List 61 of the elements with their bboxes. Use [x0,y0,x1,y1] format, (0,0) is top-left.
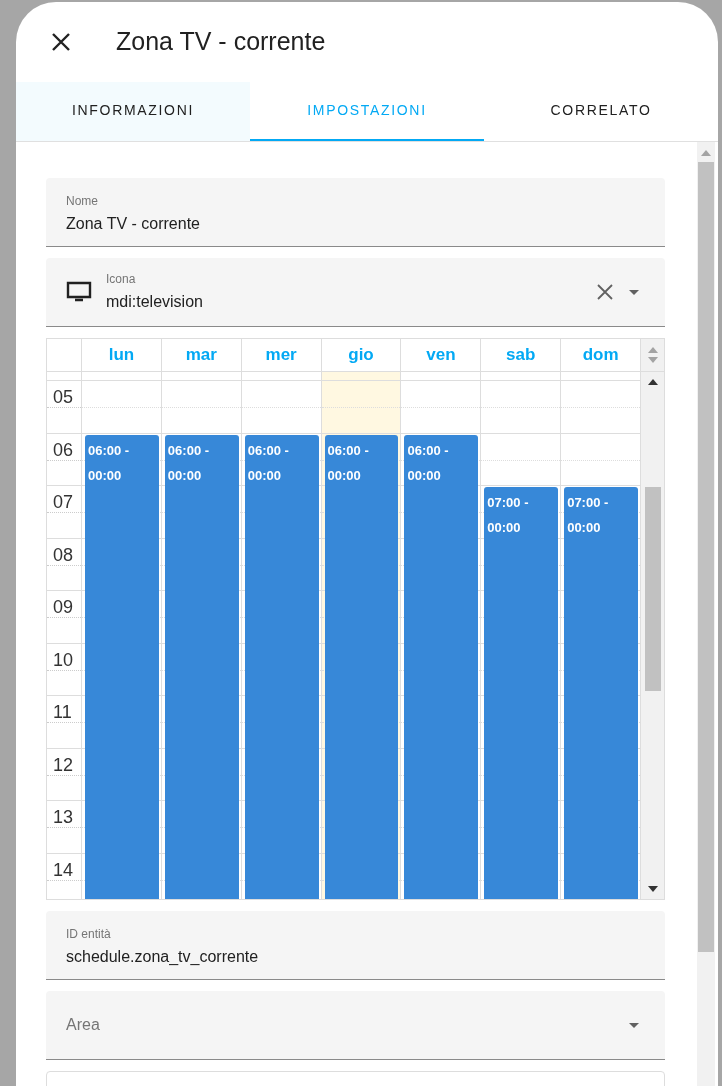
event-start: 06:00 - [88,441,131,460]
hour-label: 13 [53,806,74,829]
scroll-down-icon[interactable] [647,886,658,892]
dropdown-caret-icon[interactable] [629,289,639,295]
field-value: schedule.zona_tv_corrente [66,947,260,967]
hour-label: 08 [53,543,74,567]
field-label: ID entità [66,927,112,941]
tab[interactable]: INFORMAZIONI [16,82,250,141]
schedule-event[interactable]: 06:00 - 00:00 [324,434,399,899]
hour-label: 07 [53,491,74,514]
schedule-event[interactable]: 07:00 - 00:00 [484,487,559,899]
field-value: mdi:television [106,292,204,312]
event-start: 07:00 - [487,494,530,512]
event-start: 06:00 - [407,441,450,460]
field-label: Nome [66,194,99,208]
hour-label: 06 [53,438,74,462]
hour-label: 09 [53,596,74,619]
event-end: 00:00 [247,466,282,485]
event-start: 06:00 - [327,441,370,460]
scroll-up-icon[interactable] [647,379,658,385]
event-end: 00:00 [327,466,362,485]
event-end: 00:00 [167,466,203,485]
schedule-event[interactable]: 06:00 - 00:00 [164,434,239,899]
event-start: 06:00 - [167,441,211,460]
hour-label: 12 [53,753,74,777]
hour-label: 05 [53,386,74,409]
scrollbar-thumb[interactable] [644,487,661,691]
hour-label: 14 [53,858,74,882]
dialog-title: Zona TV - corrente [116,26,326,58]
calendar-scrollbar[interactable] [640,372,664,899]
day-header: mer [240,339,321,371]
schedule-event[interactable]: 06:00 - 00:00 [404,434,479,899]
entity-id-field[interactable]: ID entità schedule.zona_tv_corrente [46,911,665,980]
clear-icon[interactable] [597,284,613,300]
icon-field[interactable]: Icona mdi:television [46,258,665,327]
day-header: mar [160,339,241,371]
field-label: Icona [106,272,137,286]
name-field[interactable]: Nome Zona TV - corrente [46,178,665,247]
field-label: Area [66,1015,101,1035]
day-header: sab [480,339,561,371]
schedule-event[interactable]: 07:00 - 00:00 [564,487,638,899]
event-end: 00:00 [407,466,442,485]
scrollbar-thumb[interactable] [698,162,714,952]
schedule-event[interactable]: 06:00 - 00:00 [85,434,159,899]
event-end: 00:00 [88,466,123,485]
day-header: gio [320,339,401,371]
day-header: ven [400,339,481,371]
hour-label: 11 [53,701,72,724]
schedule-event[interactable]: 06:00 - 00:00 [244,434,319,899]
event-end: 00:00 [567,519,602,537]
close-icon [52,33,70,51]
hour-label: 10 [53,648,74,672]
event-start: 07:00 - [567,494,610,512]
event-start: 06:00 - [247,441,290,460]
area-field[interactable]: Area [46,991,665,1060]
dropdown-caret-icon[interactable] [629,1022,639,1028]
page-scrollbar[interactable] [697,142,715,1086]
day-header: lun [81,339,161,371]
television-icon [66,281,92,303]
field-value: Zona TV - corrente [66,214,201,234]
event-end: 00:00 [487,519,522,537]
